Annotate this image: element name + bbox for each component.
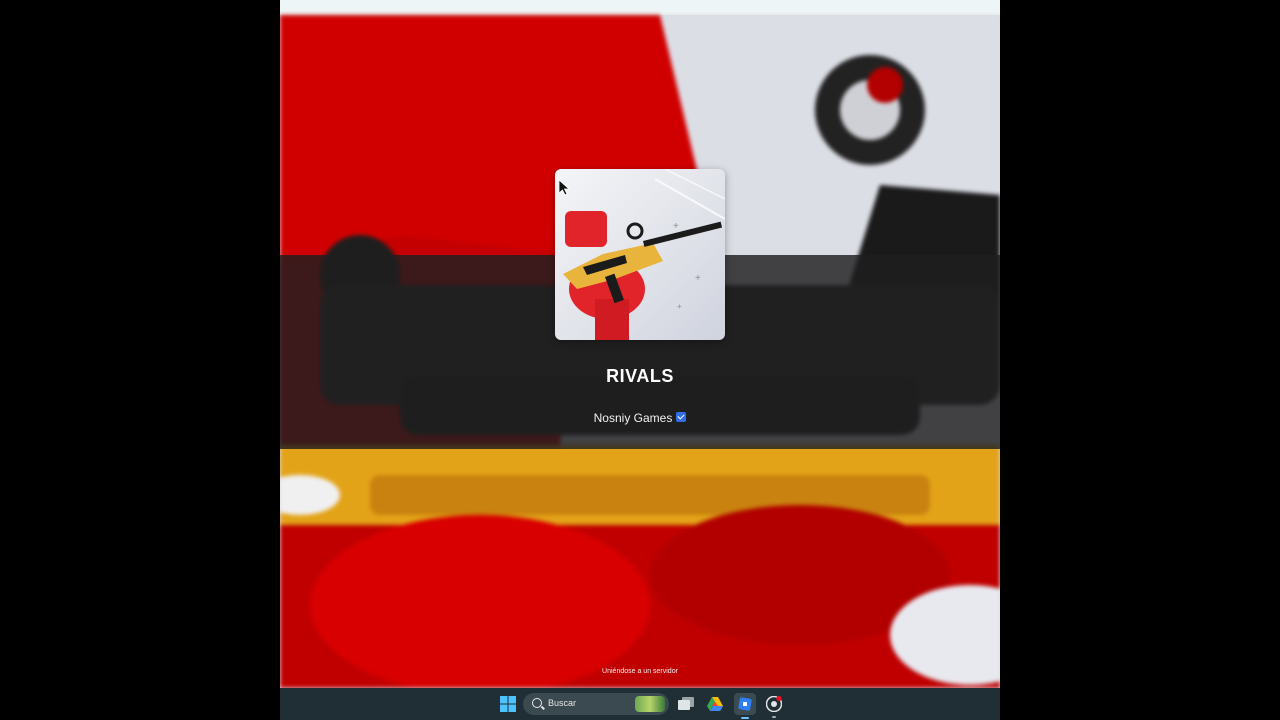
windows-start-icon[interactable] xyxy=(498,694,518,714)
svg-text:+: + xyxy=(695,273,701,284)
search-label: Buscar xyxy=(548,698,577,708)
taskbar: Buscar xyxy=(280,688,1000,720)
game-thumbnail: + + + xyxy=(555,169,725,340)
search-highlight-image xyxy=(635,696,665,712)
chrome-icon[interactable] xyxy=(764,694,784,718)
game-icon-art: + + + xyxy=(563,169,725,340)
svg-text:+: + xyxy=(673,221,679,232)
window-top-bar xyxy=(280,0,1000,15)
google-drive-icon[interactable] xyxy=(705,694,725,714)
creator-line: Nosniy Games xyxy=(280,411,1000,425)
creator-name[interactable]: Nosniy Games xyxy=(594,411,673,425)
mouse-cursor-icon xyxy=(559,180,571,196)
verified-badge-icon xyxy=(676,412,687,422)
task-view-icon[interactable] xyxy=(676,694,696,714)
roblox-icon[interactable] xyxy=(734,693,756,719)
game-title: RIVALS xyxy=(606,366,674,386)
taskbar-search-box[interactable]: Buscar xyxy=(523,693,669,715)
search-icon xyxy=(532,698,542,708)
svg-text:+: + xyxy=(677,302,682,311)
loading-screen: + + + RIVALS Nosniy Games Uniéndose a un… xyxy=(280,0,1000,720)
status-text: Uniéndose a un servidor xyxy=(602,668,678,675)
